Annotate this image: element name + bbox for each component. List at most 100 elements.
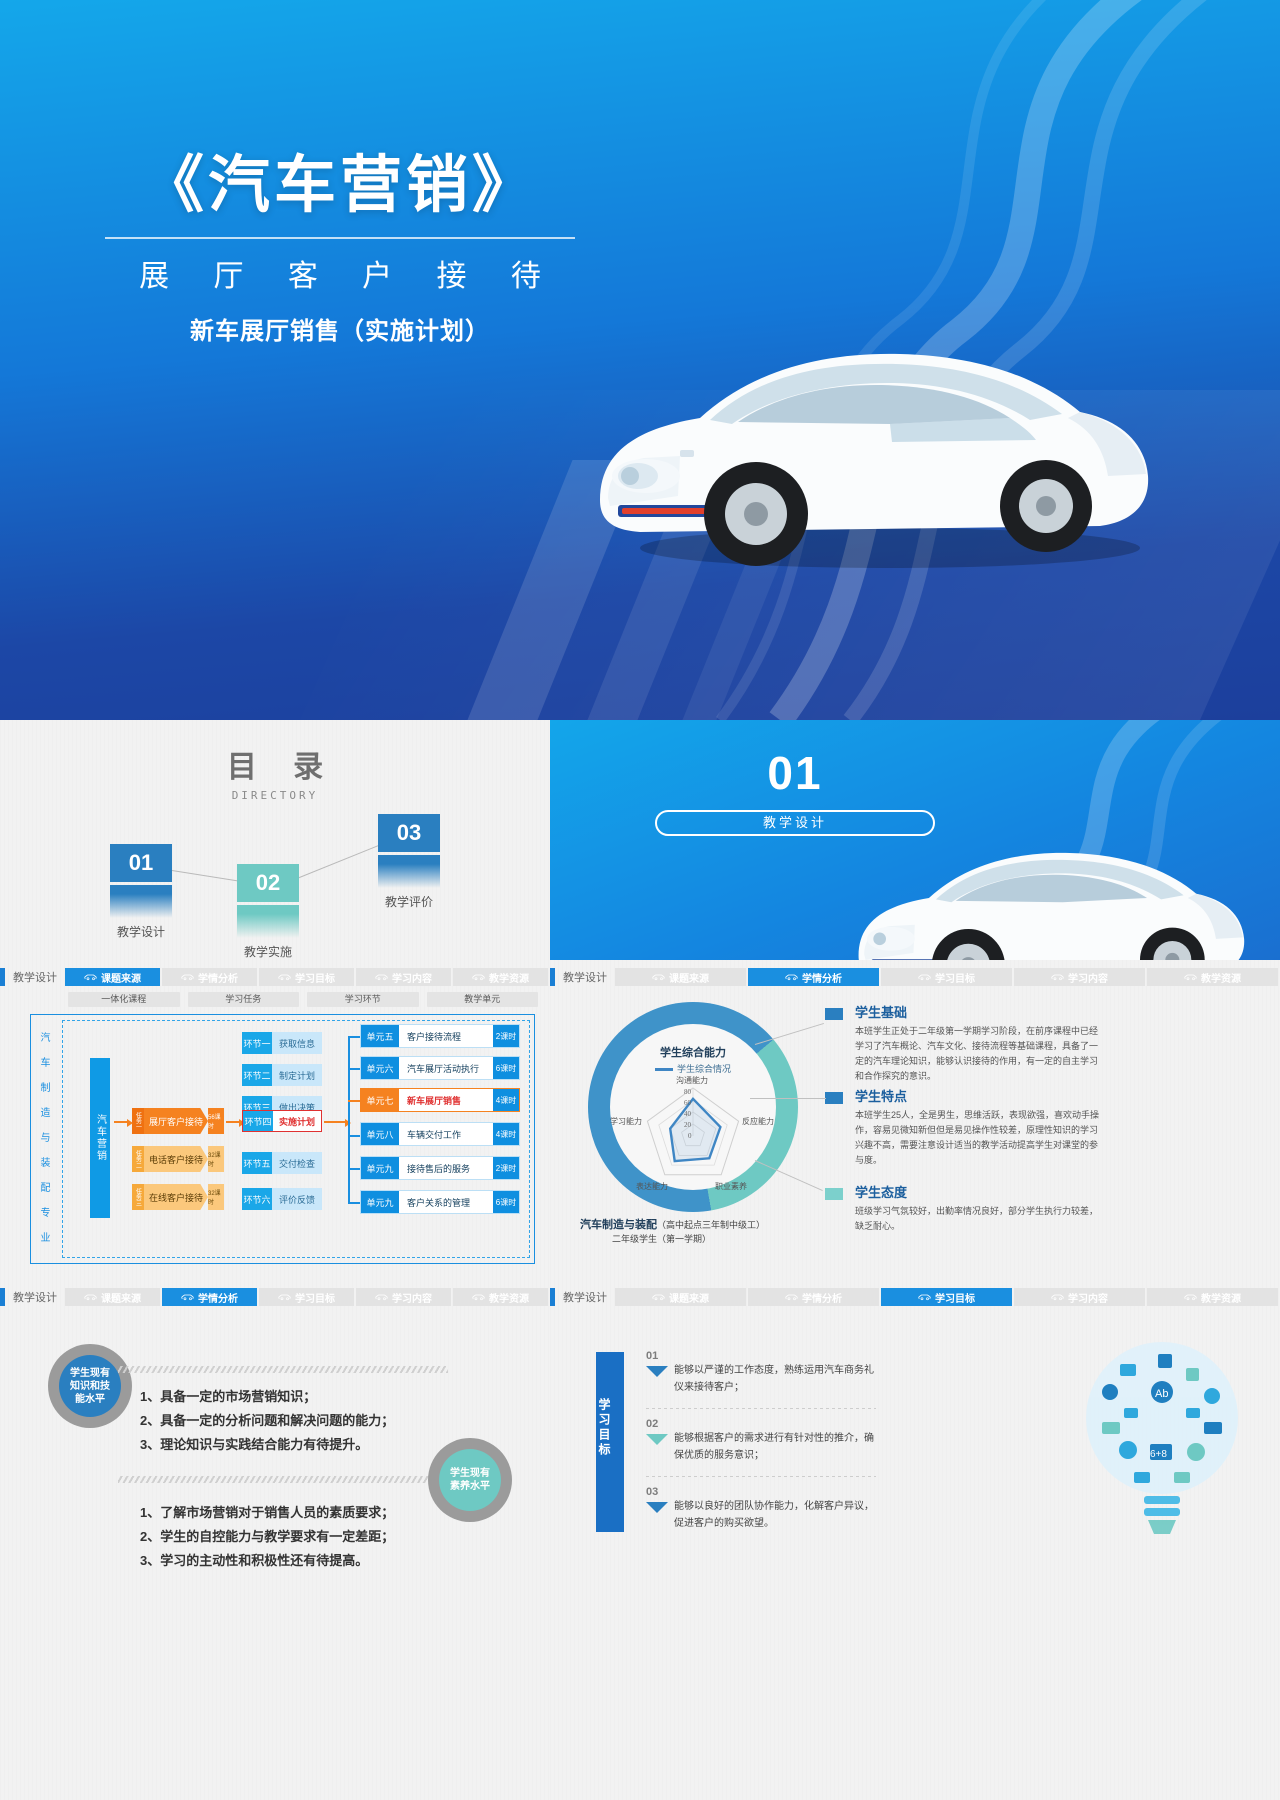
tab-学情分析[interactable]: 学情分析 <box>748 1288 879 1306</box>
level-item-bottom-1: 1、了解市场营销对于销售人员的素质要求； <box>140 1505 395 1520</box>
link-item[interactable]: 环节二 制定计划 <box>242 1064 322 1086</box>
goal-item-02: 02 能够根据客户的需求进行有针对性的推介，确保优质的服务意识； <box>646 1418 876 1464</box>
directory-item-label: 教学实施 <box>243 945 292 959</box>
level-ring-left: 学生现有 知识和技 能水平 <box>48 1344 132 1428</box>
connector-line <box>750 1098 826 1099</box>
tab-教学资源[interactable]: 教学资源 <box>453 1288 548 1306</box>
tab-学情分析[interactable]: 学情分析 <box>162 968 257 986</box>
tab-学习内容[interactable]: 学习内容 <box>1014 1288 1145 1306</box>
nav-bar: 教学设计 课题来源 学情分析 学习目标 学习内容 教学资源 <box>0 968 550 986</box>
task-item[interactable]: 任务二 电话客户接待 32课时 <box>132 1146 224 1172</box>
radar-chart: 学生综合能力 学生综合情况 80 60 40 20 0 沟通能力 反应能力 职业… <box>610 1024 776 1191</box>
goal-number: 02 <box>646 1418 659 1430</box>
goal-marker-icon <box>646 1434 668 1445</box>
chip-教学单元: 教学单元 <box>426 992 538 1007</box>
unit-item[interactable]: 单元九 客户关系的管理 6课时 <box>360 1190 520 1214</box>
directory-item-fade <box>237 914 299 938</box>
unit-item-active[interactable]: 单元七 新车展厅销售 4课时 <box>360 1088 520 1112</box>
tab-教学资源[interactable]: 教学资源 <box>1147 1288 1278 1306</box>
tab-学情分析[interactable]: 学情分析 <box>162 1288 257 1306</box>
unit-item[interactable]: 单元五 客户接待流程 2课时 <box>360 1024 520 1048</box>
unit-item[interactable]: 单元八 车辆交付工作 4课时 <box>360 1122 520 1146</box>
tab-课题来源[interactable]: 课题来源 <box>615 968 746 986</box>
unit-hours: 4课时 <box>493 1089 519 1111</box>
car-icon <box>918 974 931 981</box>
title-subtitle: 展 厅 客 户 接 待 <box>139 260 559 294</box>
tab-学习内容[interactable]: 学习内容 <box>356 968 451 986</box>
chart-caption-sub: 二年级学生（第一学期） <box>612 1234 712 1244</box>
flow-arrow <box>114 1119 133 1127</box>
goal-number: 01 <box>646 1350 659 1362</box>
task-item[interactable]: 任务一 展厅客户接待 56课时 <box>132 1108 224 1134</box>
tab-课题来源[interactable]: 课题来源 <box>65 968 160 986</box>
task-hours: 32课时 <box>208 1184 224 1210</box>
link-item-active[interactable]: 环节四 实施计划 <box>242 1110 322 1132</box>
tab-教学资源[interactable]: 教学资源 <box>1147 968 1278 986</box>
svg-text:60: 60 <box>684 1099 692 1107</box>
unit-hours: 6课时 <box>493 1057 519 1079</box>
chart-caption-main: 汽车制造与装配（高中起点三年制中级工） <box>580 1216 765 1232</box>
tab-学习内容[interactable]: 学习内容 <box>356 1288 451 1306</box>
radar-svg: 80 60 40 20 0 沟通能力 反应能力 职业素养 表达能力 学习能力 <box>610 1075 774 1191</box>
level-item-top-2: 2、具备一定的分析问题和解决问题的能力； <box>140 1413 395 1428</box>
unit-name: 新车展厅销售 <box>407 1095 462 1106</box>
link-item[interactable]: 环节六 评价反馈 <box>242 1188 322 1210</box>
directory-item-02[interactable]: 02 教学实施 <box>237 864 299 960</box>
directory-item-number: 02 <box>237 864 299 902</box>
caption-major: 汽车制造与装配 <box>580 1219 657 1231</box>
link-item[interactable]: 环节五 交付检查 <box>242 1152 322 1174</box>
tab-label: 教学资源 <box>1201 973 1241 985</box>
goal-item-01: 01 能够以严谨的工作态度，熟练运用汽车商务礼仪来接待客户； <box>646 1350 876 1396</box>
task-name: 在线客户接待 <box>144 1184 208 1210</box>
tab-label: 课题来源 <box>669 973 709 985</box>
directory-heading: 目 录 DIRECTORY <box>0 742 550 802</box>
hatch-divider <box>118 1366 448 1373</box>
directory-slide: 目 录 DIRECTORY 01 教学设计 02 教学实施 03 教学评价 <box>0 720 550 960</box>
tab-label: 学习内容 <box>392 1293 432 1305</box>
tab-课题来源[interactable]: 课题来源 <box>65 1288 160 1306</box>
tab-学习目标[interactable]: 学习目标 <box>259 1288 354 1306</box>
chip-学习任务: 学习任务 <box>187 992 299 1007</box>
car-icon <box>472 974 485 981</box>
tab-学习内容[interactable]: 学习内容 <box>1014 968 1145 986</box>
directory-title-cn: 目 录 <box>226 751 338 784</box>
nav-bar: 教学设计 课题来源 学情分析 学习目标 学习内容 教学资源 <box>0 1288 550 1306</box>
goal-divider <box>646 1408 876 1409</box>
flow-arrow <box>226 1119 245 1127</box>
directory-item-03[interactable]: 03 教学评价 <box>378 814 440 910</box>
tab-学习目标[interactable]: 学习目标 <box>881 968 1012 986</box>
block-marker <box>825 1188 843 1200</box>
directory-item-01[interactable]: 01 教学设计 <box>110 844 172 940</box>
connector-line <box>291 840 390 881</box>
car-icon <box>918 1294 931 1301</box>
link-item[interactable]: 环节一 获取信息 <box>242 1032 322 1054</box>
title-divider <box>105 237 575 240</box>
nav-bar: 教学设计 课题来源 学情分析 学习目标 学习内容 教学资源 <box>550 1288 1280 1306</box>
goal-text: 能够以严谨的工作态度，熟练运用汽车商务礼仪来接待客户； <box>674 1365 874 1393</box>
level-ring-right-label: 学生现有 素养水平 <box>439 1449 501 1511</box>
link-number: 环节四 <box>243 1111 273 1131</box>
link-number: 环节六 <box>242 1188 272 1210</box>
directory-item-bar <box>110 885 172 894</box>
nav-home-label: 教学设计 <box>563 1292 607 1304</box>
tab-教学资源[interactable]: 教学资源 <box>453 968 548 986</box>
tab-label: 学情分析 <box>802 1293 842 1305</box>
tab-学习目标[interactable]: 学习目标 <box>259 968 354 986</box>
svg-text:20: 20 <box>684 1121 692 1129</box>
major-label: 汽 车 制 造 与 装 配 专 业 <box>38 1032 49 1244</box>
task-item[interactable]: 任务三 在线客户接待 32课时 <box>132 1184 224 1210</box>
tab-课题来源[interactable]: 课题来源 <box>615 1288 746 1306</box>
svg-text:6+8: 6+8 <box>1150 1449 1167 1460</box>
analysis-heading-2: 学生特点 <box>855 1089 908 1104</box>
tab-label: 学习内容 <box>1068 973 1108 985</box>
brace-tick <box>348 1135 360 1137</box>
unit-item[interactable]: 单元九 接待售后的服务 2课时 <box>360 1156 520 1180</box>
tab-学情分析[interactable]: 学情分析 <box>748 968 879 986</box>
unit-number: 单元六 <box>361 1057 399 1079</box>
unit-item[interactable]: 单元六 汽车展厅活动执行 6课时 <box>360 1056 520 1080</box>
tab-label: 学情分析 <box>802 973 842 985</box>
diagram-brace <box>348 1036 350 1202</box>
brace-tick <box>348 1068 360 1070</box>
car-icon <box>785 974 798 981</box>
tab-学习目标[interactable]: 学习目标 <box>881 1288 1012 1306</box>
